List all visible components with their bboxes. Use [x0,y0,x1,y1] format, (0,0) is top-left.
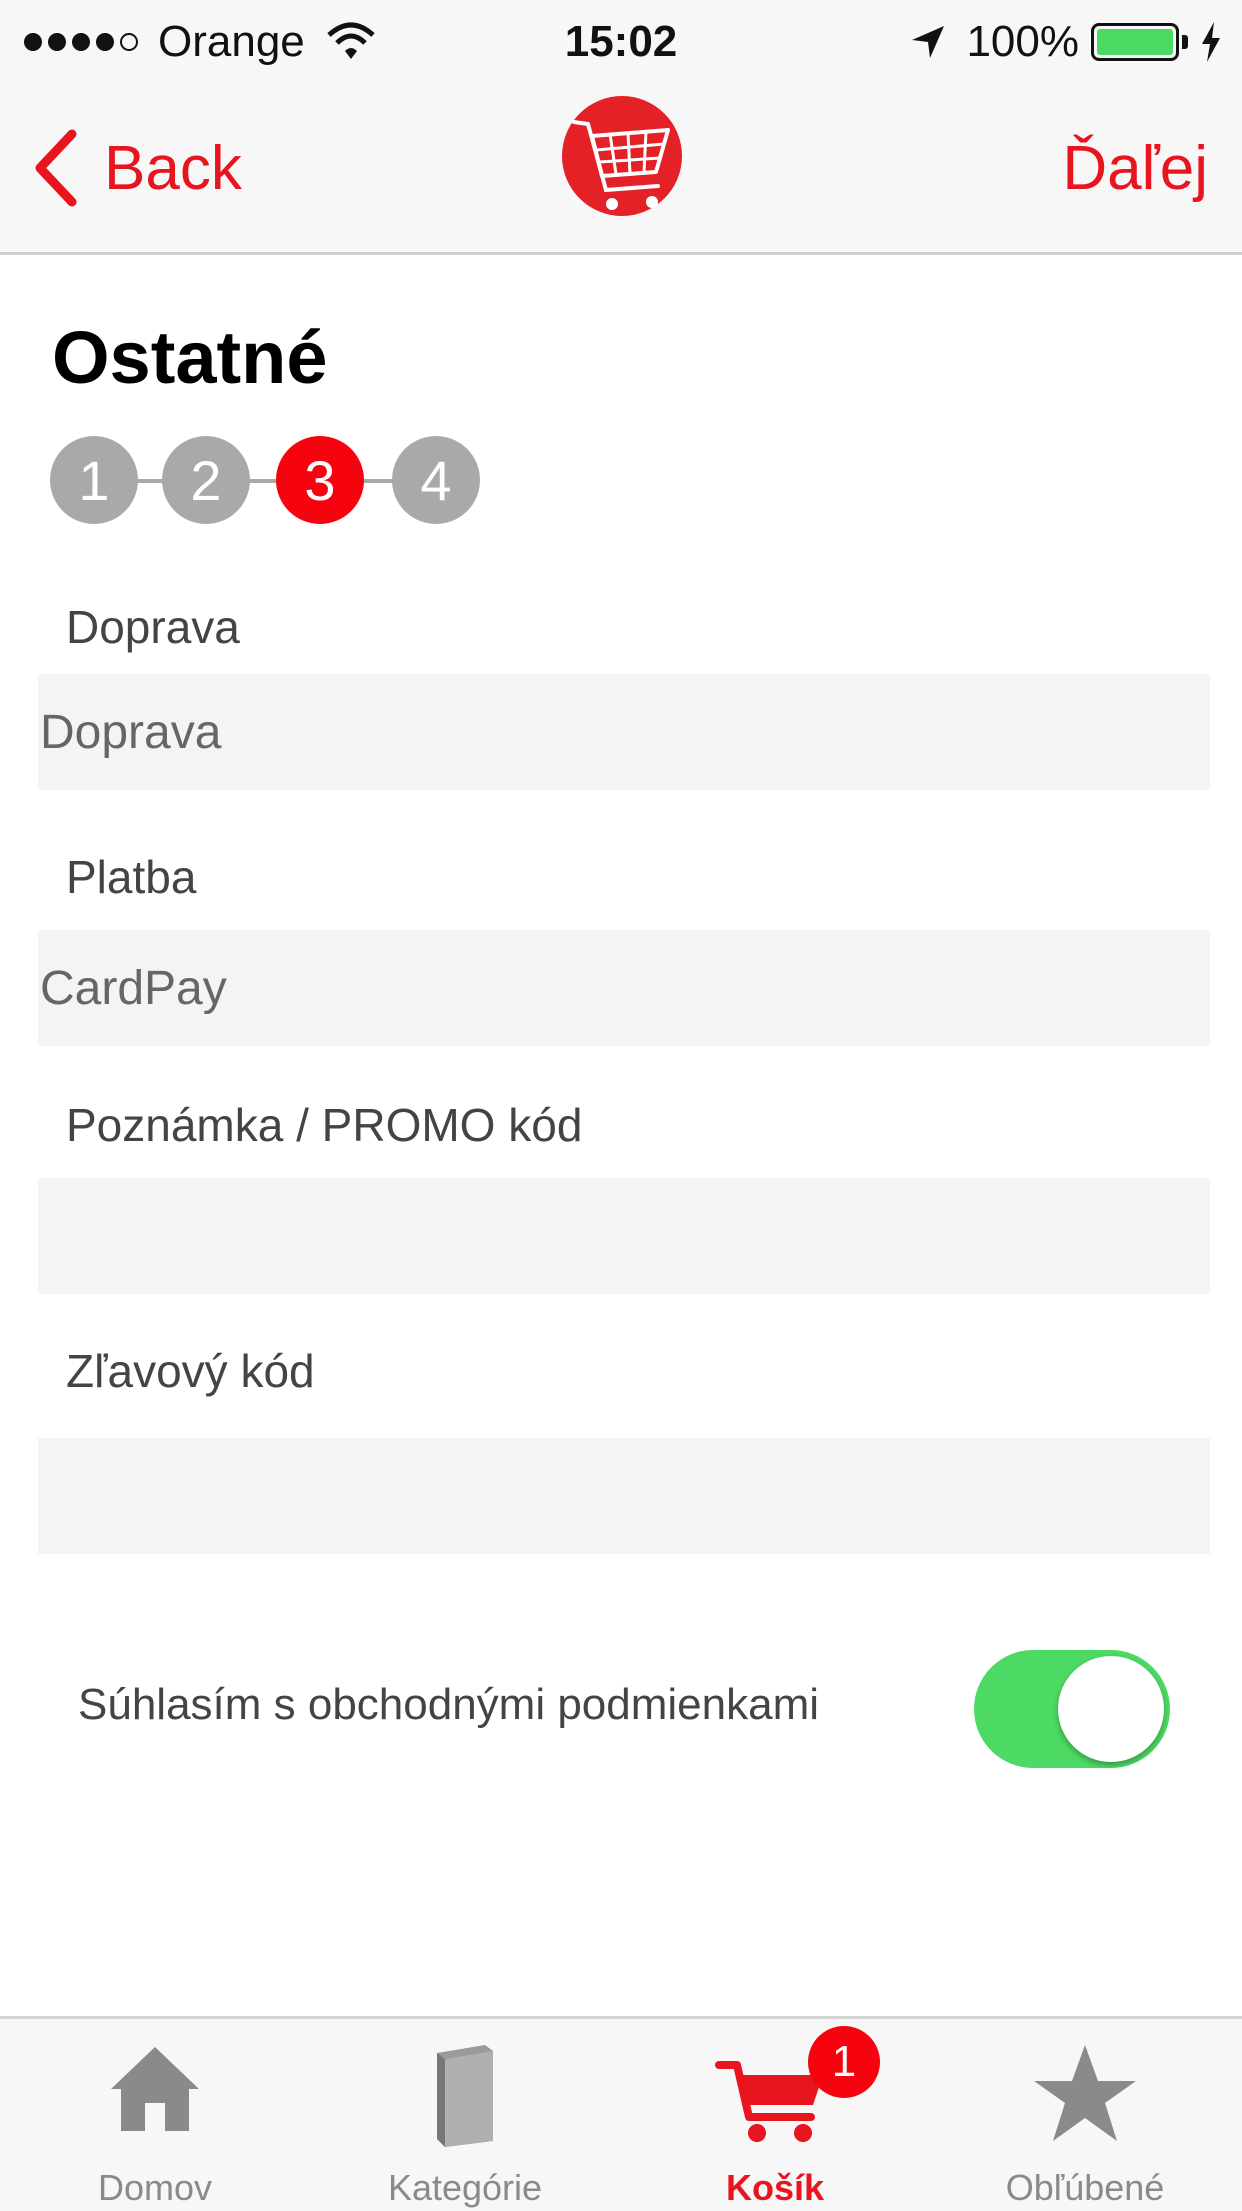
step-4[interactable]: 4 [392,436,480,524]
navigation-bar: Back Ďaľej [0,84,1242,255]
battery-nub [1182,35,1188,49]
step-3-active[interactable]: 3 [276,436,364,524]
battery-fill [1097,29,1173,55]
platba-label: Platba [66,851,197,903]
tab-kosik[interactable]: Košík [620,2019,930,2211]
tab-label: Domov [97,2167,213,2208]
tab-kategorie[interactable]: Kategórie [310,2019,620,2211]
zlavovy-kod-input[interactable] [38,1438,1210,1554]
status-right: 100% [910,14,1222,70]
next-button[interactable]: Ďaľej [1062,84,1208,252]
terms-agreement-row: Súhlasím s obchodnými podmienkami [0,1650,1242,1770]
step-indicator: 1 2 3 4 [50,436,490,526]
home-icon [111,2047,199,2131]
battery-percent: 100% [966,17,1079,66]
poznamka-label: Poznámka / PROMO kód [66,1099,583,1151]
tab-label: Košík [725,2167,825,2208]
toggle-knob [1058,1656,1164,1762]
step-1[interactable]: 1 [50,436,138,524]
tab-label: Obľúbené [1005,2167,1165,2208]
tab-label: Kategórie [387,2167,543,2208]
battery-icon [1091,23,1179,61]
cart-count-badge: 1 [808,2026,880,2098]
book-icon [437,2045,493,2147]
back-label: Back [104,133,242,203]
shopping-cart-logo-icon [562,96,682,216]
tab-domov[interactable]: Domov [0,2019,310,2211]
tab-bar: Domov Kategórie Košík Obľúbené [0,2016,1242,2211]
zlavovy-kod-label: Zľavový kód [66,1345,315,1397]
page-title: Ostatné [52,316,328,399]
step-2[interactable]: 2 [162,436,250,524]
status-bar: Orange 15:02 100% [0,0,1242,84]
platba-select[interactable]: CardPay [38,930,1210,1046]
charging-bolt-icon [1202,22,1220,62]
back-button[interactable]: Back [30,84,242,252]
terms-agreement-label: Súhlasím s obchodnými podmienkami [78,1680,820,1729]
poznamka-input[interactable] [38,1178,1210,1294]
star-icon [1034,2045,1136,2141]
chevron-left-icon [35,129,77,207]
doprava-label: Doprava [66,601,240,653]
tab-oblubene[interactable]: Obľúbené [930,2019,1240,2211]
location-arrow-icon [912,26,945,58]
terms-agreement-toggle[interactable] [974,1650,1170,1768]
doprava-select[interactable]: Doprava [38,674,1210,790]
